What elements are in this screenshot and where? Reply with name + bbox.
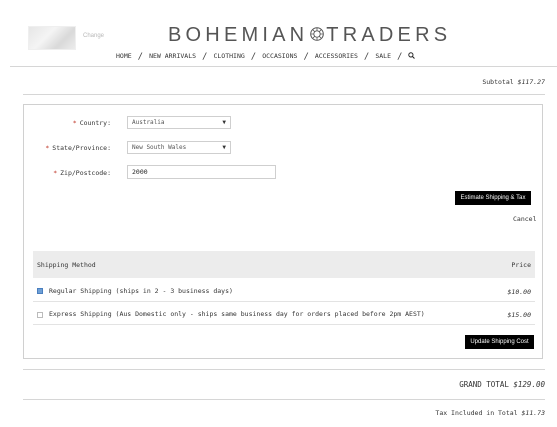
express-shipping-price: $15.00 <box>507 311 531 319</box>
regular-shipping-price: $10.00 <box>507 288 531 296</box>
express-shipping-label[interactable]: Express Shipping (Aus Domestic only - sh… <box>49 310 425 318</box>
shipping-table-header: Shipping Method Price <box>33 251 535 278</box>
subtotal-label: Subtotal <box>482 78 514 86</box>
price-header: Price <box>511 261 531 269</box>
update-shipping-button[interactable]: Update Shipping Cost <box>465 335 534 349</box>
nav-sale[interactable]: SALE <box>375 52 391 60</box>
shipping-row-divider <box>33 324 535 325</box>
nav-separator: / <box>137 52 144 62</box>
chevron-down-icon: ▼ <box>222 144 226 151</box>
main-nav: HOME / NEW ARRIVALS / CLOTHING / OCCASIONS / ACC… <box>116 52 416 62</box>
shipping-row-divider <box>33 301 535 302</box>
elephant-logo-icon <box>310 27 325 41</box>
required-mark: * <box>45 144 50 152</box>
regular-shipping-label[interactable]: Regular Shipping (ships in 2 - 3 busines… <box>49 287 233 295</box>
brand-logo[interactable]: BOHEMIAN TRADERS <box>168 24 451 47</box>
header-divider <box>10 66 557 67</box>
grand-total-value: $129.00 <box>513 380 545 389</box>
cancel-link[interactable]: Cancel <box>513 215 536 223</box>
subtotal-value: $117.27 <box>517 78 545 86</box>
estimate-shipping-panel <box>23 104 543 359</box>
tax-label: Tax Included in Total <box>435 409 518 417</box>
totals-divider-bottom <box>23 399 545 400</box>
nav-separator: / <box>363 52 370 62</box>
grand-total-label: GRAND TOTAL <box>459 380 509 389</box>
zip-input-value: 2000 <box>132 168 148 176</box>
tax-row: Tax Included in Total $11.73 <box>435 409 545 417</box>
nav-clothing[interactable]: CLOTHING <box>213 52 244 60</box>
country-select[interactable]: Australia ▼ <box>127 116 231 129</box>
zip-input[interactable]: 2000 <box>127 165 276 179</box>
chevron-down-icon: ▼ <box>222 119 226 126</box>
subtotal-row: Subtotal $117.27 <box>482 78 545 86</box>
brand-name-right: TRADERS <box>326 24 452 46</box>
grand-total-row: GRAND TOTAL $129.00 <box>459 380 545 389</box>
state-label-text: State/Province: <box>52 144 111 152</box>
nav-separator: / <box>250 52 257 62</box>
nav-home[interactable]: HOME <box>116 52 132 60</box>
brand-name-left: BOHEMIAN <box>168 24 309 46</box>
express-shipping-radio[interactable] <box>37 312 43 318</box>
zip-label: * Zip/Postcode: <box>21 169 111 177</box>
state-label: * State/Province: <box>21 144 111 152</box>
search-icon[interactable] <box>408 52 416 59</box>
country-label-text: Country: <box>79 119 111 127</box>
state-select[interactable]: New South Wales ▼ <box>127 141 231 154</box>
regular-shipping-radio[interactable] <box>37 288 43 294</box>
nav-separator: / <box>303 52 309 62</box>
country-label: * Country: <box>21 119 111 127</box>
required-mark: * <box>53 169 58 177</box>
product-thumbnail[interactable] <box>28 26 76 50</box>
shipping-method-header: Shipping Method <box>37 261 96 269</box>
nav-accessories[interactable]: ACCESSORIES <box>315 52 358 60</box>
nav-new-arrivals[interactable]: NEW ARRIVALS <box>149 52 196 60</box>
zip-label-text: Zip/Postcode: <box>60 169 111 177</box>
nav-occasions[interactable]: OCCASIONS <box>262 52 297 60</box>
totals-divider-top <box>23 369 545 370</box>
nav-separator: / <box>202 52 208 62</box>
country-select-value: Australia <box>132 119 165 126</box>
tax-value: $11.73 <box>521 409 545 417</box>
subtotal-divider <box>23 94 545 95</box>
thumbnail-change-label[interactable]: Change <box>83 33 104 39</box>
state-select-value: New South Wales <box>132 144 187 151</box>
estimate-shipping-button[interactable]: Estimate Shipping & Tax <box>455 191 531 205</box>
required-mark: * <box>72 119 77 127</box>
nav-separator: / <box>396 52 403 62</box>
